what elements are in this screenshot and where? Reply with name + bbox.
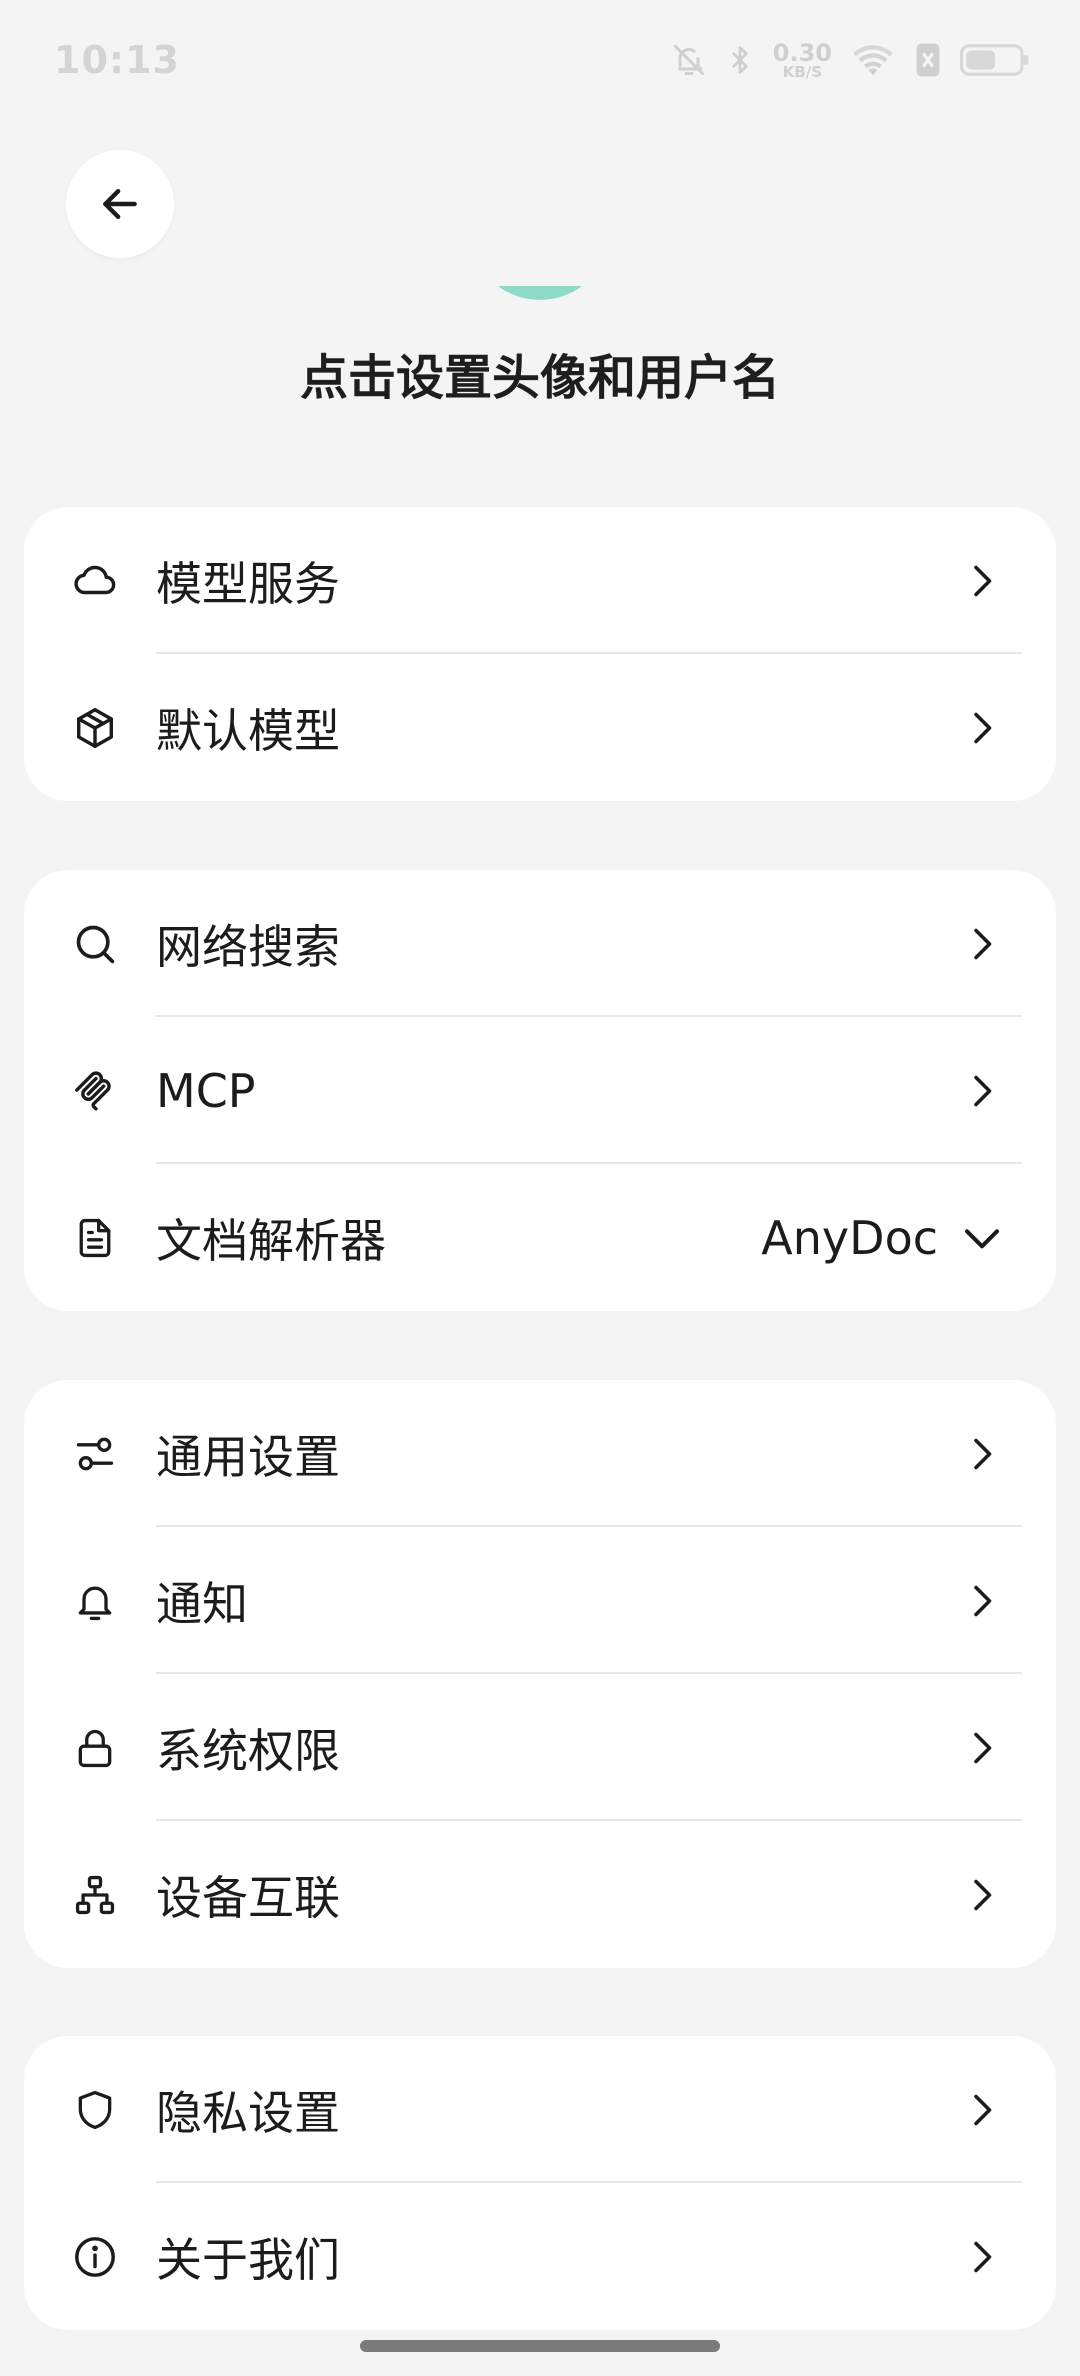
- row-label: 通知: [156, 1576, 248, 1631]
- cloud-icon: [70, 556, 120, 606]
- info-icon: [70, 2232, 120, 2282]
- row-label: 通用设置: [156, 1429, 340, 1484]
- document-icon: [70, 1213, 120, 1263]
- chevron-right-icon: [962, 924, 1002, 964]
- home-indicator[interactable]: [360, 2340, 720, 2352]
- chevron-right-icon: [962, 2237, 1002, 2277]
- status-icons: 0.30 KB/S: [671, 41, 1030, 80]
- settings-group-model: 模型服务 默认模型: [24, 507, 1056, 801]
- row-label: 关于我们: [156, 2232, 340, 2287]
- row-system-permissions[interactable]: 系统权限: [24, 1674, 1056, 1821]
- network-speed-unit: KB/S: [782, 62, 823, 81]
- status-bar: 10:13 0.30 KB/S: [0, 0, 1080, 120]
- row-privacy-settings[interactable]: 隐私设置: [24, 2036, 1056, 2183]
- chevron-down-icon[interactable]: [962, 1218, 1002, 1258]
- network-speed: 0.30 KB/S: [773, 41, 832, 80]
- chevron-right-icon: [962, 708, 1002, 748]
- settings-group-tools: 网络搜索 MCP 文档解析器 AnyDoc: [24, 870, 1056, 1311]
- row-label: 系统权限: [156, 1723, 340, 1778]
- network-speed-value: 0.30: [772, 38, 832, 67]
- mcp-icon: [70, 1066, 120, 1116]
- row-model-service[interactable]: 模型服务: [24, 507, 1056, 654]
- cube-icon: [70, 703, 120, 753]
- status-time: 10:13: [54, 38, 180, 82]
- back-button[interactable]: [66, 150, 174, 258]
- row-document-parser[interactable]: 文档解析器 AnyDoc: [24, 1164, 1056, 1311]
- row-default-model[interactable]: 默认模型: [24, 654, 1056, 801]
- row-notifications[interactable]: 通知: [24, 1527, 1056, 1674]
- sliders-icon: [70, 1429, 120, 1479]
- bell-muted-icon: [671, 42, 707, 78]
- profile-hint[interactable]: 点击设置头像和用户名: [0, 338, 1080, 408]
- chevron-right-icon: [962, 1581, 1002, 1621]
- row-general-settings[interactable]: 通用设置: [24, 1380, 1056, 1527]
- search-icon: [70, 919, 120, 969]
- row-device-interconnect[interactable]: 设备互联: [24, 1821, 1056, 1968]
- avatar-mask: [180, 120, 900, 286]
- chevron-right-icon: [962, 561, 1002, 601]
- shield-icon: [70, 2085, 120, 2135]
- chevron-right-icon: [962, 1434, 1002, 1474]
- battery-icon: [960, 42, 1030, 78]
- row-label: 隐私设置: [156, 2085, 340, 2140]
- sim-icon: [914, 42, 942, 78]
- row-label: 文档解析器: [156, 1213, 386, 1268]
- row-label: 模型服务: [156, 556, 340, 611]
- row-web-search[interactable]: 网络搜索: [24, 870, 1056, 1017]
- settings-page: 10:13 0.30 KB/S 点击设置头像和用户名 模型服务 默认模型 网络搜…: [0, 0, 1080, 2376]
- chevron-right-icon: [962, 1071, 1002, 1111]
- network-icon: [70, 1870, 120, 1920]
- arrow-left-icon: [98, 182, 142, 226]
- chevron-right-icon: [962, 1875, 1002, 1915]
- row-label: 设备互联: [156, 1870, 340, 1925]
- bluetooth-icon: [725, 42, 755, 78]
- document-parser-select[interactable]: AnyDoc: [761, 1211, 938, 1265]
- chevron-right-icon: [962, 1728, 1002, 1768]
- lock-icon: [70, 1723, 120, 1773]
- bell-icon: [70, 1576, 120, 1626]
- row-label: MCP: [156, 1063, 256, 1118]
- wifi-icon: [850, 42, 896, 78]
- row-label: 网络搜索: [156, 919, 340, 974]
- settings-group-privacy: 隐私设置 关于我们: [24, 2036, 1056, 2330]
- chevron-right-icon: [962, 2090, 1002, 2130]
- settings-group-general: 通用设置 通知 系统权限 设备互联: [24, 1380, 1056, 1968]
- row-mcp[interactable]: MCP: [24, 1017, 1056, 1164]
- row-label: 默认模型: [156, 703, 340, 758]
- row-about-us[interactable]: 关于我们: [24, 2183, 1056, 2330]
